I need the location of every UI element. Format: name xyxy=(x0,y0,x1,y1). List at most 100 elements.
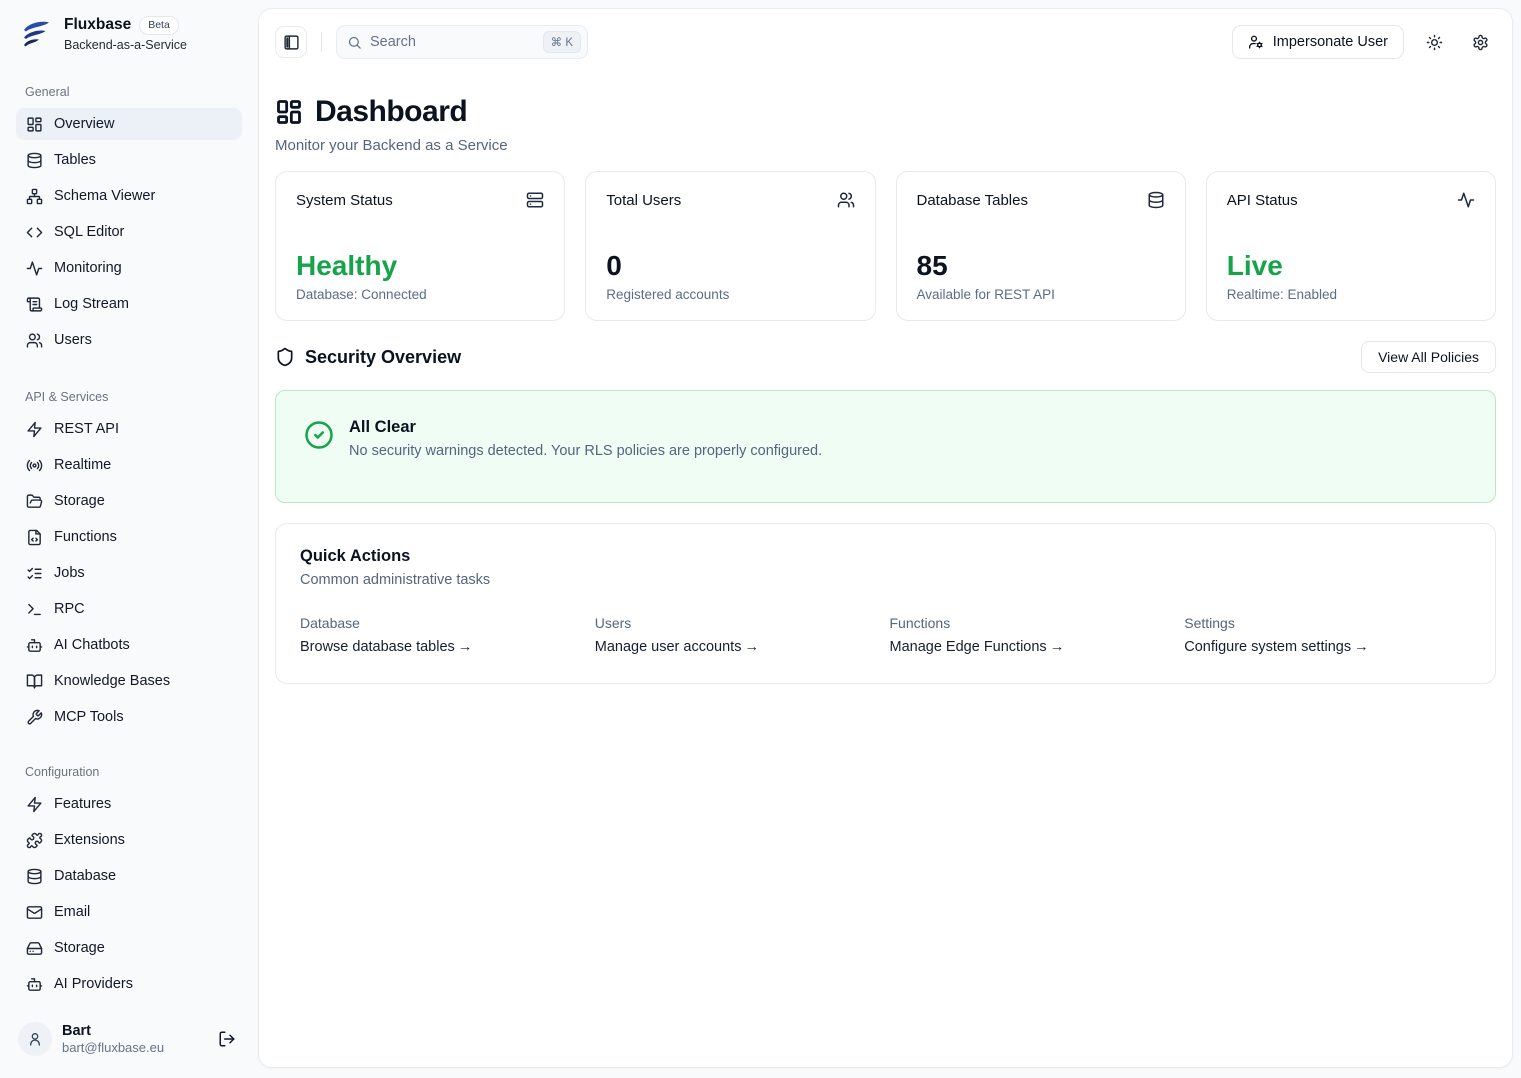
search-box[interactable]: ⌘ K xyxy=(336,25,588,59)
brand-subtitle: Backend-as-a-Service xyxy=(64,38,187,52)
sidebar-item-features[interactable]: Features xyxy=(16,788,242,820)
panel-left-icon xyxy=(283,34,300,51)
sidebar-item-extensions[interactable]: Extensions xyxy=(16,824,242,856)
stat-card-total-users: Total Users 0 Registered accounts xyxy=(585,171,875,321)
stat-card-api-status: API Status Live Realtime: Enabled xyxy=(1206,171,1496,321)
search-shortcut-badge: ⌘ K xyxy=(543,31,581,53)
layout-dashboard-icon xyxy=(26,116,43,133)
check-circle-icon xyxy=(304,420,334,450)
zap-icon xyxy=(26,796,43,813)
mail-icon xyxy=(26,904,43,921)
sidebar-item-sql-editor[interactable]: SQL Editor xyxy=(16,216,242,248)
server-icon xyxy=(526,191,544,209)
sun-icon xyxy=(1426,34,1443,51)
sidebar-toggle-button[interactable] xyxy=(275,26,307,58)
security-status-title: All Clear xyxy=(349,418,822,437)
sidebar-item-functions[interactable]: Functions xyxy=(16,521,242,553)
sidebar-item-realtime[interactable]: Realtime xyxy=(16,449,242,481)
view-all-policies-button[interactable]: View All Policies xyxy=(1361,341,1496,373)
user-name: Bart xyxy=(62,1023,164,1039)
sidebar-item-label: Realtime xyxy=(54,457,111,473)
sidebar-item-label: Knowledge Bases xyxy=(54,673,170,689)
puzzle-icon xyxy=(26,832,43,849)
sidebar-item-label: Monitoring xyxy=(54,260,122,276)
nav-general: Overview Tables Schema Viewer SQL Editor… xyxy=(16,108,242,356)
dashboard-icon xyxy=(275,98,303,126)
sidebar-item-label: Tables xyxy=(54,152,96,168)
sidebar-item-label: Storage xyxy=(54,493,105,509)
sidebar-item-jobs[interactable]: Jobs xyxy=(16,557,242,589)
sidebar-item-mcp-tools[interactable]: MCP Tools xyxy=(16,701,242,733)
stat-caption: Realtime: Enabled xyxy=(1227,287,1475,302)
stat-value: Healthy xyxy=(296,252,544,280)
stat-caption: Registered accounts xyxy=(606,287,854,302)
sidebar-item-ai-providers[interactable]: AI Providers xyxy=(16,968,242,1000)
database-icon xyxy=(1147,191,1165,209)
sidebar-item-knowledge-bases[interactable]: Knowledge Bases xyxy=(16,665,242,697)
code-icon xyxy=(26,224,43,241)
sidebar-item-rest-api[interactable]: REST API xyxy=(16,413,242,445)
user-footer: Bart bart@fluxbase.eu xyxy=(16,1016,242,1064)
search-input[interactable] xyxy=(370,34,510,50)
quick-actions-card: Quick Actions Common administrative task… xyxy=(275,523,1496,684)
quick-action-users: Users Manage user accounts→ xyxy=(595,615,882,656)
settings-button[interactable] xyxy=(1464,26,1496,58)
topbar: ⌘ K Impersonate User xyxy=(275,9,1496,71)
sidebar-item-label: Users xyxy=(54,332,92,348)
topbar-actions: Impersonate User xyxy=(1232,25,1496,59)
sidebar-item-label: RPC xyxy=(54,601,85,617)
users-icon xyxy=(837,191,855,209)
sidebar-item-users[interactable]: Users xyxy=(16,324,242,356)
sidebar-item-storage[interactable]: Storage xyxy=(16,485,242,517)
sidebar-item-log-stream[interactable]: Log Stream xyxy=(16,288,242,320)
impersonate-user-button[interactable]: Impersonate User xyxy=(1232,25,1404,59)
stat-value: Live xyxy=(1227,252,1475,280)
zap-icon xyxy=(26,421,43,438)
database-icon xyxy=(26,868,43,885)
arrow-right-icon: → xyxy=(1050,639,1065,655)
nav-configuration: Features Extensions Database Email Stora… xyxy=(16,788,242,1000)
sidebar: Fluxbase Beta Backend-as-a-Service Gener… xyxy=(0,0,258,1078)
browse-database-tables-link[interactable]: Browse database tables→ xyxy=(300,639,472,655)
main-panel: ⌘ K Impersonate User Dashboard Monitor y… xyxy=(258,8,1513,1068)
theme-toggle-button[interactable] xyxy=(1418,26,1450,58)
sidebar-item-label: Overview xyxy=(54,116,114,132)
security-status-message: No security warnings detected. Your RLS … xyxy=(349,443,822,459)
manage-user-accounts-link[interactable]: Manage user accounts→ xyxy=(595,639,759,655)
user-icon xyxy=(27,1031,43,1047)
manage-edge-functions-link[interactable]: Manage Edge Functions→ xyxy=(890,639,1065,655)
sidebar-item-schema-viewer[interactable]: Schema Viewer xyxy=(16,180,242,212)
log-out-icon xyxy=(218,1030,236,1048)
sidebar-item-monitoring[interactable]: Monitoring xyxy=(16,252,242,284)
sidebar-item-overview[interactable]: Overview xyxy=(16,108,242,140)
file-code-icon xyxy=(26,529,43,546)
sidebar-item-label: SQL Editor xyxy=(54,224,124,240)
stat-title: System Status xyxy=(296,192,393,209)
sidebar-item-storage-config[interactable]: Storage xyxy=(16,932,242,964)
logout-button[interactable] xyxy=(214,1026,240,1052)
sidebar-item-database[interactable]: Database xyxy=(16,860,242,892)
users-icon xyxy=(26,332,43,349)
arrow-right-icon: → xyxy=(458,639,473,655)
sidebar-item-tables[interactable]: Tables xyxy=(16,144,242,176)
sidebar-item-label: Log Stream xyxy=(54,296,129,312)
sidebar-item-label: MCP Tools xyxy=(54,709,124,725)
section-label-general: General xyxy=(25,85,242,99)
stat-card-system-status: System Status Healthy Database: Connecte… xyxy=(275,171,565,321)
sidebar-item-email[interactable]: Email xyxy=(16,896,242,928)
stat-caption: Database: Connected xyxy=(296,287,544,302)
sidebar-item-ai-chatbots[interactable]: AI Chatbots xyxy=(16,629,242,661)
configure-system-settings-link[interactable]: Configure system settings→ xyxy=(1184,639,1368,655)
topbar-divider xyxy=(321,32,322,52)
wrench-icon xyxy=(26,709,43,726)
quick-action-category: Database xyxy=(300,615,587,631)
quick-action-settings: Settings Configure system settings→ xyxy=(1184,615,1471,656)
sidebar-item-rpc[interactable]: RPC xyxy=(16,593,242,625)
stat-value: 85 xyxy=(917,252,1165,280)
stats-row: System Status Healthy Database: Connecte… xyxy=(275,171,1496,321)
stat-caption: Available for REST API xyxy=(917,287,1165,302)
stat-title: API Status xyxy=(1227,192,1298,209)
page-subtitle: Monitor your Backend as a Service xyxy=(275,137,1496,154)
section-label-api-services: API & Services xyxy=(25,390,242,404)
terminal-icon xyxy=(26,601,43,618)
